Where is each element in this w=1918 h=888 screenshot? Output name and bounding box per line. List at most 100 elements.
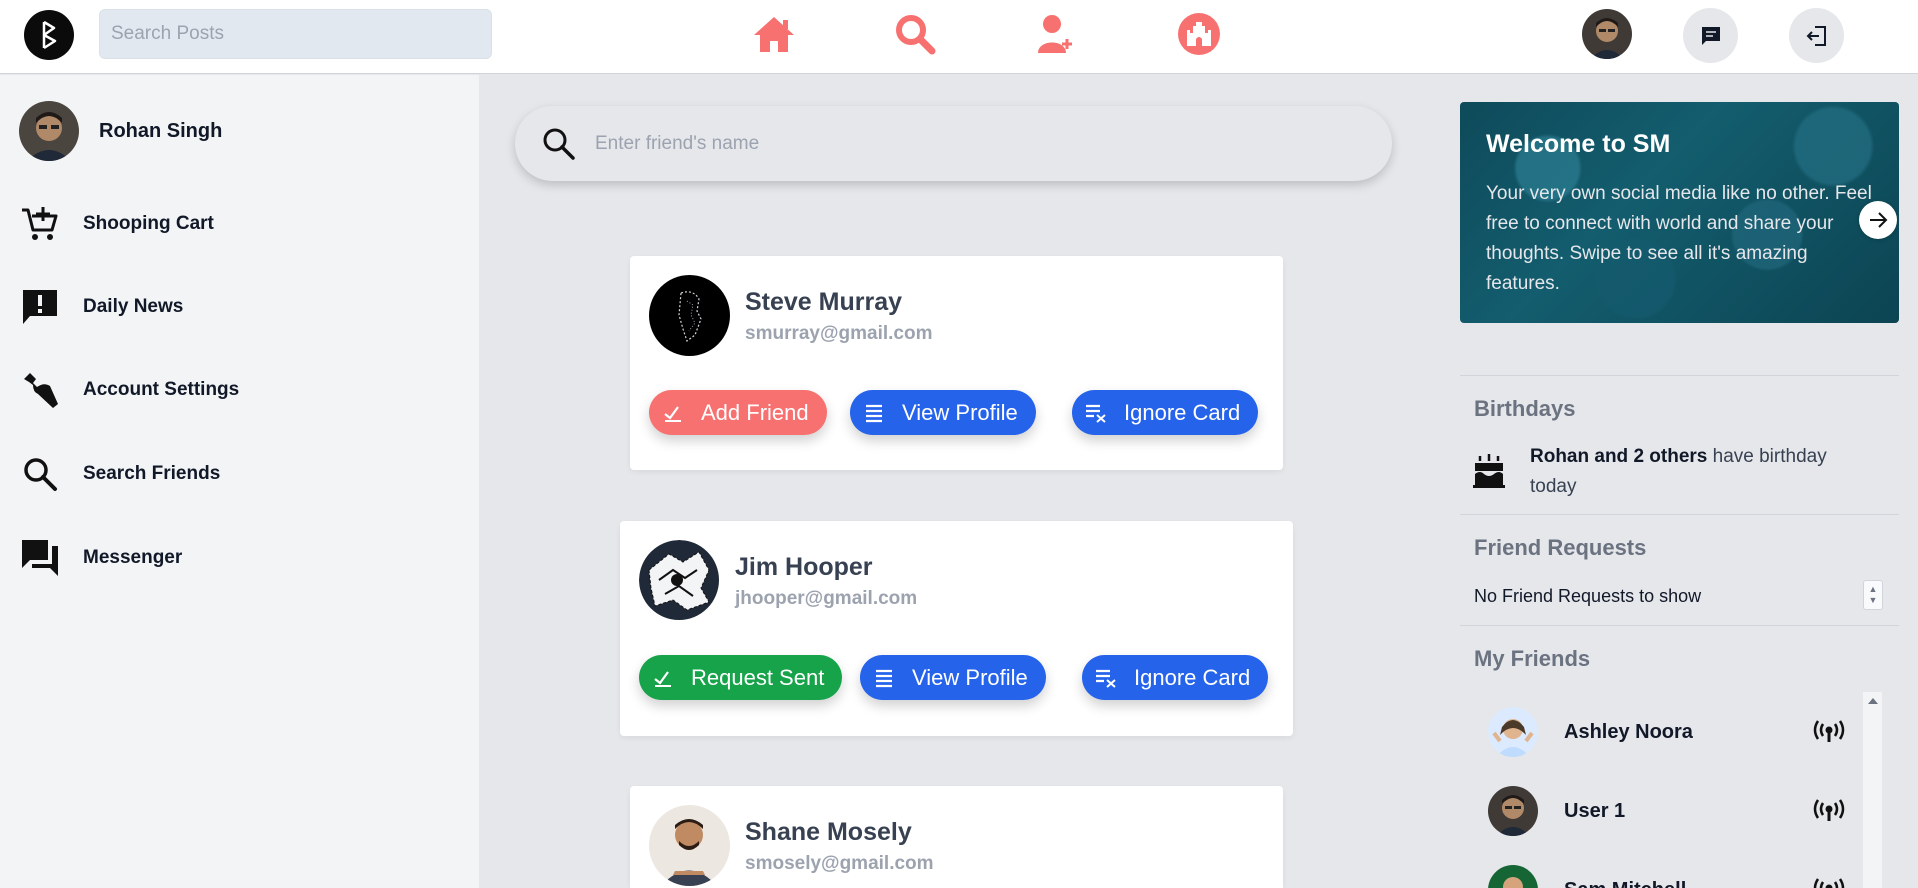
cake-icon <box>1472 452 1506 488</box>
home-nav[interactable] <box>751 12 797 56</box>
friend-requests-scroll[interactable]: ▲ ▼ <box>1863 580 1883 610</box>
friend-requests-empty: No Friend Requests to show <box>1474 586 1702 606</box>
profile-link[interactable]: Rohan Singh <box>19 101 222 161</box>
friend-list-name: Sam Mitchell <box>1564 879 1804 888</box>
sidebar-item-label: Messenger <box>83 547 183 568</box>
friend-email: smosely@gmail.com <box>745 853 934 874</box>
my-friends-title: My Friends <box>1474 646 1591 671</box>
ignore-card-button[interactable]: Ignore Card <box>1072 390 1259 435</box>
welcome-title: Welcome to SM <box>1486 130 1671 158</box>
friend-name: Steve Murray <box>745 288 903 316</box>
user-avatar[interactable] <box>1582 9 1632 59</box>
friend-list-name: User 1 <box>1564 799 1626 822</box>
scroll-up-icon[interactable] <box>1868 698 1878 704</box>
avatar-image <box>1488 786 1538 836</box>
chat-icon <box>1701 26 1720 45</box>
friend-list-name: Ashley Noora <box>1564 720 1693 743</box>
friend-list-item[interactable]: User 1 <box>1488 781 1848 841</box>
friend-search-bar <box>515 106 1392 181</box>
avatar <box>1488 786 1538 836</box>
avatar-image <box>649 275 730 356</box>
welcome-text: Your very own social media like no other… <box>1486 183 1872 294</box>
button-label: Add Friend <box>701 399 809 425</box>
birthday-notice: Rohan and 2 others have birthday today <box>1530 442 1870 502</box>
search-nav[interactable] <box>892 12 938 56</box>
button-label: Ignore Card <box>1124 399 1241 425</box>
friends-scrollbar[interactable] <box>1863 692 1882 888</box>
view-profile-button[interactable]: View Profile <box>850 390 1036 435</box>
top-bar <box>0 0 1918 74</box>
friend-card: Shane Mosely smosely@gmail.com <box>630 786 1283 888</box>
castle-icon <box>1178 13 1220 55</box>
wrench-icon <box>20 370 60 410</box>
add-friend-nav[interactable] <box>1033 12 1079 56</box>
divider <box>1460 375 1899 376</box>
add-user-icon <box>1038 15 1072 53</box>
clear-list-icon <box>1084 401 1108 425</box>
sidebar-item-messenger[interactable]: Messenger <box>20 536 182 580</box>
ignore-card-button[interactable]: Ignore Card <box>1082 655 1269 700</box>
add-friend-button[interactable]: Add Friend <box>649 390 827 435</box>
avatar-image <box>649 805 730 886</box>
avatar-image <box>1582 9 1632 59</box>
friend-name: Shane Mosely <box>745 818 912 846</box>
button-label: View Profile <box>902 399 1018 425</box>
sidebar-item-search-friends[interactable]: Search Friends <box>20 452 220 496</box>
profile-name: Rohan Singh <box>99 119 223 142</box>
avatar <box>649 275 730 356</box>
logout-button[interactable] <box>1789 8 1844 63</box>
messages-button[interactable] <box>1683 8 1738 63</box>
search-icon <box>20 454 60 494</box>
forum-icon <box>20 538 60 578</box>
search-icon <box>541 126 577 162</box>
online-status-icon <box>1812 796 1846 826</box>
sidebar-item-label: Account Settings <box>83 379 240 400</box>
friend-list-item[interactable]: Sam Mitchell <box>1488 860 1848 888</box>
avatar-image <box>639 540 720 621</box>
sidebar-item-label: Daily News <box>83 296 184 317</box>
divider <box>1460 514 1899 515</box>
button-label: Ignore Card <box>1134 664 1251 690</box>
search-posts-input[interactable] <box>99 9 492 59</box>
friend-requests-title: Friend Requests <box>1474 535 1647 560</box>
sidebar-item-account-settings[interactable]: Account Settings <box>20 368 239 412</box>
request-sent-button[interactable]: Request Sent <box>639 655 843 700</box>
friend-name: Jim Hooper <box>735 553 873 581</box>
spin-down-icon: ▼ <box>1868 595 1878 605</box>
next-slide-button[interactable] <box>1859 201 1897 239</box>
sidebar-item-daily-news[interactable]: Daily News <box>20 285 183 329</box>
check-icon <box>661 401 685 425</box>
online-status-icon <box>1812 875 1846 888</box>
birthdays-title: Birthdays <box>1474 396 1576 421</box>
welcome-banner: Welcome to SM Your very own social media… <box>1460 102 1899 323</box>
check-icon <box>651 666 675 690</box>
home-icon <box>754 17 794 52</box>
avatar <box>1488 707 1538 757</box>
logout-icon <box>1806 25 1826 46</box>
logo-icon <box>42 20 57 50</box>
avatar-image <box>1488 707 1538 757</box>
friend-card: Jim Hooper jhooper@gmail.com Request Sen… <box>620 521 1293 736</box>
sidebar-item-shopping-cart[interactable]: Shooping Cart <box>20 202 214 246</box>
sidebar-item-label: Shooping Cart <box>83 213 214 234</box>
sidebar-item-label: Search Friends <box>83 463 221 484</box>
online-status-icon <box>1812 717 1846 747</box>
clear-list-icon <box>1094 666 1118 690</box>
arrow-right-icon <box>1870 212 1888 228</box>
friend-search-input[interactable] <box>595 132 1355 155</box>
avatar-image <box>19 101 79 161</box>
announcement-icon <box>20 287 60 327</box>
friend-list-item[interactable]: Ashley Noora <box>1488 702 1848 762</box>
button-label: View Profile <box>912 664 1028 690</box>
birthday-names: Rohan and 2 others <box>1530 446 1708 467</box>
divider <box>1460 625 1899 626</box>
avatar <box>639 540 720 621</box>
list-icon <box>862 401 886 425</box>
avatar <box>19 101 79 161</box>
app-logo[interactable] <box>24 10 74 60</box>
spin-up-icon: ▲ <box>1868 584 1878 594</box>
view-profile-button[interactable]: View Profile <box>860 655 1046 700</box>
avatar <box>649 805 730 886</box>
friend-card: Steve Murray smurray@gmail.com Add Frien… <box>630 256 1283 470</box>
castle-nav[interactable] <box>1176 12 1222 56</box>
